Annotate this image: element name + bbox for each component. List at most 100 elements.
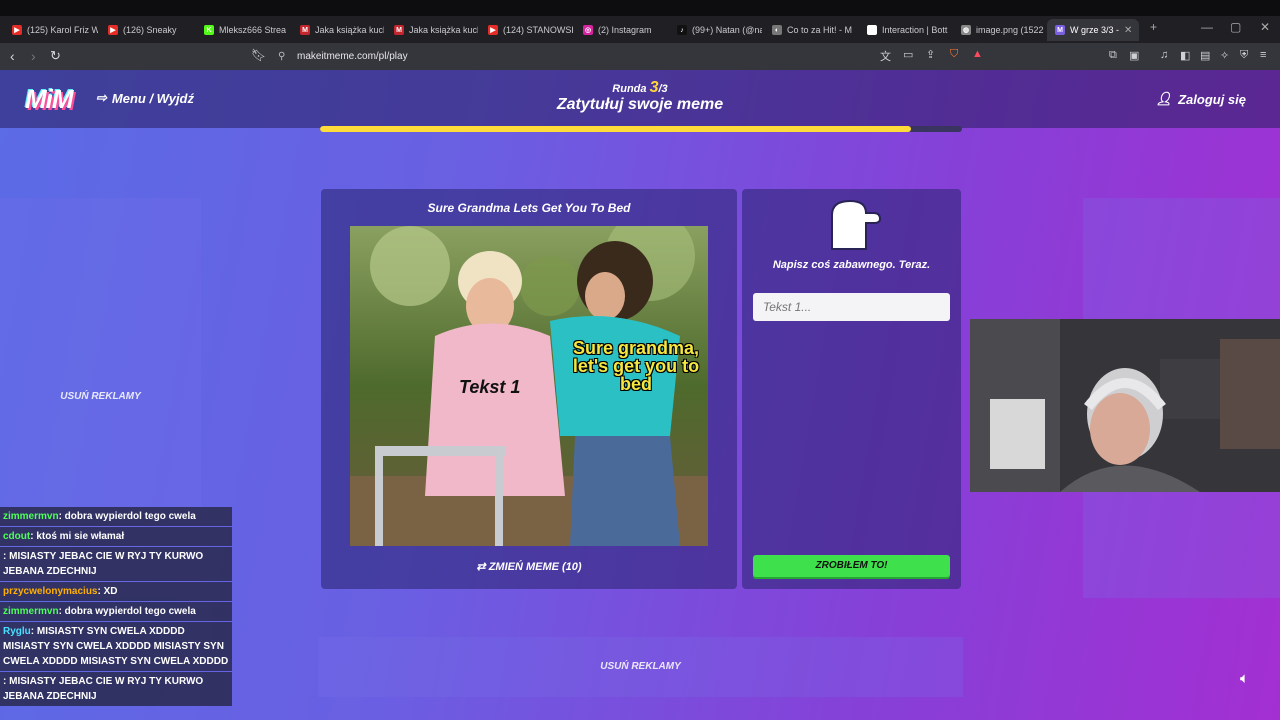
tab[interactable]: ▶ (124) STANOWSK: [480, 19, 573, 41]
new-tab-icon[interactable]: +: [1150, 20, 1157, 34]
meme-title: Sure Grandma Lets Get You To Bed: [427, 201, 631, 215]
chat-username: Ryglu: [3, 626, 31, 637]
remove-ads-link-left[interactable]: USUŃ REKLAMY: [0, 391, 201, 402]
wallet-icon[interactable]: ▤: [1200, 49, 1210, 62]
ai-icon[interactable]: ✧: [1220, 49, 1229, 62]
tab-label: (125) Karol Friz W: [27, 25, 98, 35]
round-indicator: Runda 3/3: [0, 79, 1280, 97]
chat-username: zimmermvn: [3, 606, 59, 617]
tab-favicon-icon: ◐: [772, 25, 782, 35]
tab[interactable]: M Jaka książka kuch: [292, 19, 384, 41]
change-meme-label: ZMIEŃ MEME (10): [488, 561, 582, 573]
extensions-icon[interactable]: ⧉: [1109, 49, 1117, 62]
tab-label: Co to za Hit! - M: [787, 25, 853, 35]
chat-text: : dobra wypierdol tego cwela: [58, 511, 196, 522]
round-current: 3: [649, 79, 659, 96]
chat-message: : MISIASTY JEBAC CIE W RYJ TY KURWO JEBA…: [0, 672, 232, 706]
shuffle-icon: ⇄: [476, 561, 486, 573]
tab[interactable]: ◍ image.png (1522: [953, 19, 1045, 41]
tab[interactable]: M W grze 3/3 - ✕: [1047, 19, 1139, 41]
tab[interactable]: ◐ Co to za Hit! - M: [764, 19, 857, 41]
translate-icon[interactable]: 文: [880, 48, 891, 64]
music-icon[interactable]: ♫: [1160, 49, 1168, 61]
tab-label: (99+) Natan (@na: [692, 25, 762, 35]
tab-label: Jaka książka kuch: [315, 25, 384, 35]
brave-shield-icon[interactable]: ⛉: [950, 48, 958, 61]
sidebar-icon[interactable]: ◧: [1180, 49, 1190, 62]
share-icon[interactable]: ⇪: [926, 48, 935, 61]
tab-label: (124) STANOWSK: [503, 25, 573, 35]
url-text[interactable]: makeitmeme.com/pl/play: [297, 47, 408, 66]
tab[interactable]: ♪ (99+) Natan (@na: [669, 19, 762, 41]
tab-label: Jaka książka kuch: [409, 25, 478, 35]
back-icon[interactable]: ‹: [10, 48, 15, 64]
chat-message: zimmermvn: dobra wypierdol tego cwela: [0, 602, 232, 621]
site-info-icon[interactable]: ⚲: [278, 47, 285, 66]
tab-favicon-icon: K: [204, 25, 214, 35]
chat-username: zimmermvn: [3, 511, 59, 522]
meme-caption-overlay: Sure grandma, let's get you to bed: [572, 338, 700, 394]
bottom-ad-slot: USUŃ REKLAMY: [318, 637, 963, 697]
rewards-icon[interactable]: ▲: [972, 48, 983, 60]
tab-favicon-icon: ▶: [12, 25, 22, 35]
round-timer-fill: [320, 126, 911, 132]
tab[interactable]: ▶ (126) Sneaky: [100, 19, 194, 41]
chat-message: przycwelonymacius: XD: [0, 582, 232, 601]
screenshot-icon[interactable]: ▣: [1129, 49, 1139, 62]
chat-text: : XD: [97, 586, 118, 597]
tab-label: (126) Sneaky: [123, 25, 177, 35]
reload-icon[interactable]: ↻: [50, 48, 61, 64]
tab-favicon-icon: ◆: [867, 25, 877, 35]
remove-ads-link-bottom[interactable]: USUŃ REKLAMY: [318, 661, 963, 672]
menu-icon[interactable]: ≡: [1260, 49, 1266, 61]
tab[interactable]: ◎ (2) Instagram: [575, 19, 667, 41]
chat-message: : MISIASTY JEBAC CIE W RYJ TY KURWO JEBA…: [0, 547, 232, 581]
game-header: MiM ⇨ Menu / Wyjdź Runda 3/3 Zatytułuj s…: [0, 70, 1280, 128]
tab-label: image.png (1522: [976, 25, 1044, 35]
change-meme-button[interactable]: ⇄ ZMIEŃ MEME (10): [321, 560, 737, 573]
sound-icon[interactable]: 🔈︎: [1240, 670, 1249, 687]
cast-icon[interactable]: ▭: [903, 48, 913, 61]
chat-username: przycwelonymacius: [3, 586, 98, 597]
forward-icon[interactable]: ›: [31, 48, 36, 64]
os-top-strip: [0, 0, 1280, 16]
tab[interactable]: ◆ Interaction | Bott: [859, 19, 951, 41]
tab[interactable]: M Jaka książka kuch: [386, 19, 478, 41]
bookmark-icon[interactable]: 🔖︎: [251, 48, 266, 62]
tab-favicon-icon: ♪: [677, 25, 687, 35]
editor-prompt: Napisz coś zabawnego. Teraz.: [772, 259, 931, 271]
close-window-icon[interactable]: ✕: [1260, 20, 1270, 34]
tab[interactable]: K Mleksz666 Strea: [196, 19, 290, 41]
tab-favicon-icon: ◍: [961, 25, 971, 35]
login-button[interactable]: 👤︎ Zaloguj się: [1156, 91, 1246, 107]
chat-text: : MISIASTY JEBAC CIE W RYJ TY KURWO JEBA…: [3, 676, 204, 702]
webcam-feed: [970, 319, 1280, 492]
done-button[interactable]: ZROBIŁEM TO!: [753, 555, 950, 577]
chat-text: : MISIASTY JEBAC CIE W RYJ TY KURWO JEBA…: [3, 551, 204, 577]
tab-label: Mleksz666 Strea: [219, 25, 287, 35]
page-title: Zatytułuj swoje meme: [556, 96, 724, 113]
meme-image: Tekst 1 Sure grandma, let's get you to b…: [350, 226, 708, 546]
caption-text-input[interactable]: [753, 293, 950, 321]
tab-label: Interaction | Bott: [882, 25, 948, 35]
meme-text-1-overlay[interactable]: Tekst 1: [459, 378, 549, 396]
tab[interactable]: ▶ (125) Karol Friz W: [4, 19, 98, 41]
tab-strip: ▶ (125) Karol Friz W ▶ (126) Sneaky K Mleksz6…: [0, 16, 1280, 43]
chat-text: : dobra wypierdol tego cwela: [58, 606, 196, 617]
chat-text: : ktoś mi sie włamał: [30, 531, 125, 542]
round-label: Runda: [612, 83, 647, 95]
close-tab-icon[interactable]: ✕: [1124, 25, 1132, 36]
stream-chat-overlay: zimmermvn: dobra wypierdol tego cwela cdo…: [0, 507, 232, 720]
tab-favicon-icon: ▶: [488, 25, 498, 35]
user-icon: 👤︎: [1155, 91, 1173, 106]
chat-message: cdout: ktoś mi sie włamał: [0, 527, 232, 546]
vpn-icon[interactable]: ⛨: [1240, 49, 1248, 62]
tab-favicon-icon: ◎: [583, 25, 593, 35]
chat-username: cdout: [3, 531, 31, 542]
tab-favicon-icon: M: [300, 25, 310, 35]
round-timer-bar: [320, 126, 962, 132]
minimize-icon[interactable]: —: [1201, 20, 1213, 34]
webcam-overlay: [970, 319, 1280, 492]
tab-favicon-icon: ▶: [108, 25, 118, 35]
maximize-icon[interactable]: ▢: [1230, 20, 1241, 34]
